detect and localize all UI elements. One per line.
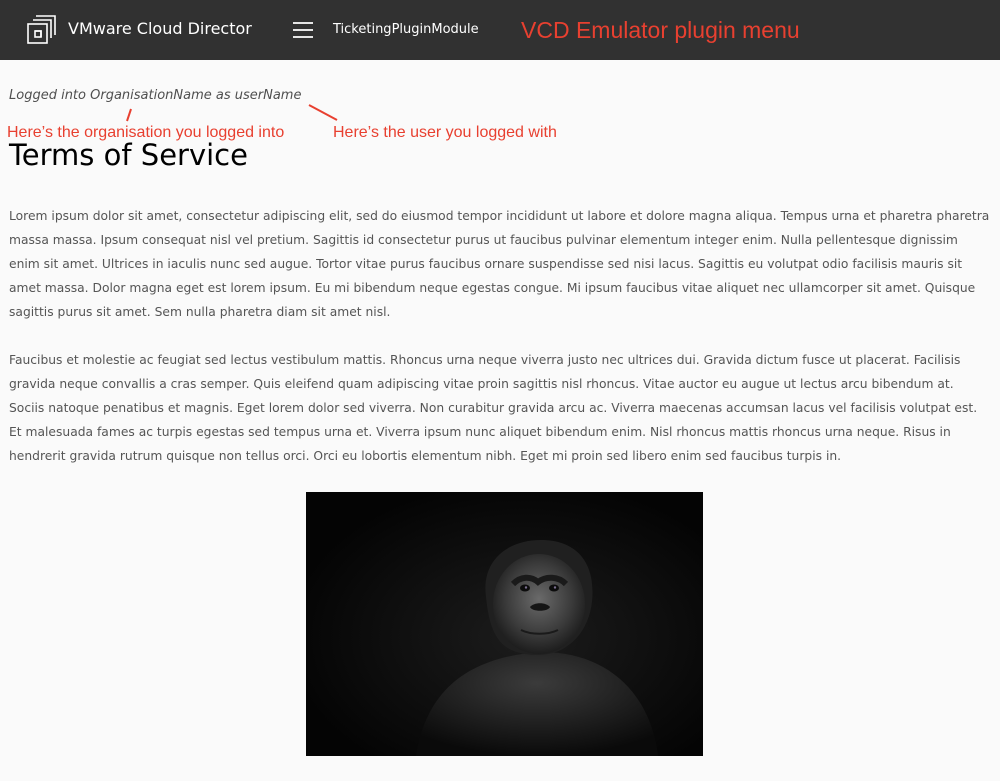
terms-paragraph: Faucibus et molestie ac feugiat sed lect… xyxy=(9,353,978,463)
login-status: Logged into OrganisationName as userName xyxy=(9,88,302,103)
page-title: Terms of Service xyxy=(9,138,248,172)
vmware-cloud-director-logo-icon[interactable] xyxy=(25,14,57,46)
app-header: VMware Cloud Director TicketingPluginMod… xyxy=(0,0,1000,60)
org-annotation-pointer xyxy=(126,108,132,122)
user-annotation-pointer xyxy=(308,104,338,121)
plugin-module-link[interactable]: TicketingPluginModule xyxy=(333,20,479,39)
app-title[interactable]: VMware Cloud Director xyxy=(68,18,252,40)
plugin-menu-annotation: VCD Emulator plugin menu xyxy=(521,17,800,43)
hamburger-menu-icon[interactable] xyxy=(292,20,314,40)
gorilla-photo xyxy=(306,492,703,756)
user-annotation: Here’s the user you logged with xyxy=(333,124,557,141)
terms-paragraph: Lorem ipsum dolor sit amet, consectetur … xyxy=(9,209,990,319)
